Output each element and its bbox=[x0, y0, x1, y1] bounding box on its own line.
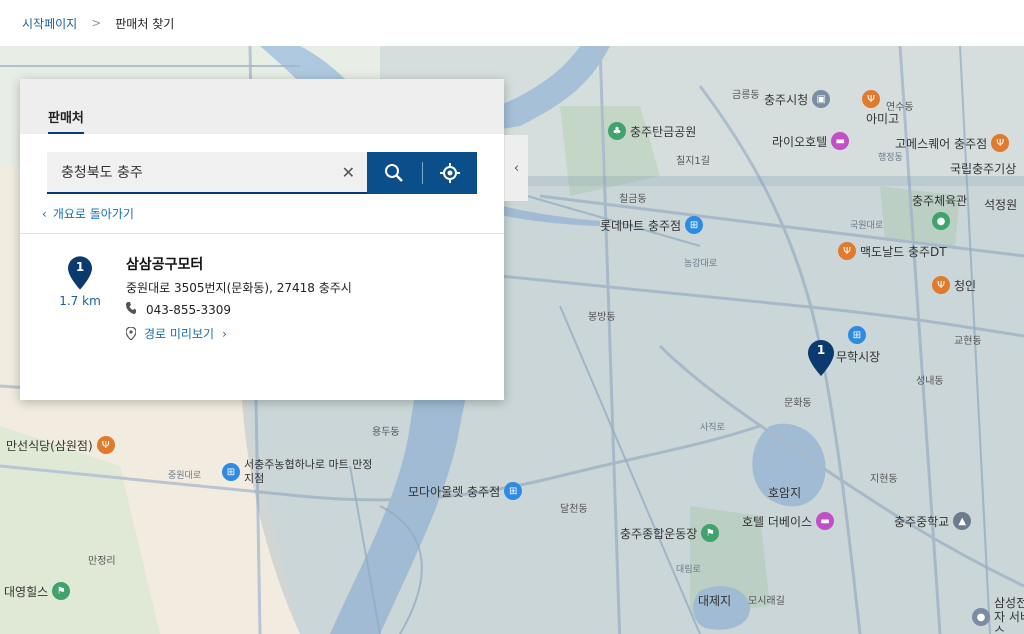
poi-gomes[interactable]: 고메스퀘어 충주점 Ψ bbox=[895, 134, 1010, 152]
map-label-bongbang: 봉방동 bbox=[588, 312, 616, 323]
route-preview-link[interactable]: 경로 미리보기 › bbox=[126, 325, 227, 342]
poi-stadium2[interactable]: 충주체육관 bbox=[912, 192, 967, 209]
map-label-manjeong: 만정리 bbox=[88, 556, 116, 567]
hotel-icon: ▬ bbox=[831, 132, 850, 150]
map-label-moshi: 모시래길 bbox=[748, 596, 785, 607]
chevron-left-icon: ‹ bbox=[513, 160, 520, 176]
location-icon: ● bbox=[932, 212, 950, 230]
map-label-gyohyeon: 교현동 bbox=[954, 336, 982, 347]
store-phone: 043-855-3309 bbox=[126, 302, 231, 317]
poi-stadium[interactable]: 충주종합운동장 ⚑ bbox=[620, 524, 720, 542]
poi-school[interactable]: 충주중학교 ▲ bbox=[894, 512, 972, 530]
poi-amigo-label: 아미고 bbox=[866, 112, 900, 126]
map-road-daerim: 대림로 bbox=[676, 565, 701, 575]
poi-daeyoung[interactable]: 대영힐스 ⚑ bbox=[4, 582, 71, 600]
phone-icon bbox=[126, 302, 136, 317]
back-to-overview-link[interactable]: ‹ 개요로 돌아가기 bbox=[42, 205, 134, 222]
chevron-left-icon: ‹ bbox=[42, 206, 47, 221]
panel-tabs: 판매처 bbox=[20, 79, 504, 134]
result-pin: 1 1.7 km bbox=[56, 256, 104, 308]
poi-lahotel[interactable]: 라이오호텔 ▬ bbox=[772, 132, 850, 150]
map-road-sajik: 사직로 bbox=[700, 423, 725, 433]
search-box: ✕ bbox=[47, 152, 367, 194]
search-icon bbox=[385, 164, 404, 182]
map-label-dalcheon: 달천동 bbox=[560, 504, 588, 515]
map-label-jihyeondong: 지현동 bbox=[870, 474, 898, 485]
hotel-icon: ▬ bbox=[816, 512, 835, 530]
search-buttons bbox=[367, 152, 477, 194]
shopping-icon: ⊞ bbox=[848, 326, 866, 344]
location-icon: ● bbox=[972, 608, 990, 626]
poi-mart[interactable]: ⊞ 서충주농협하나로 마트 만정지점 bbox=[222, 458, 374, 486]
poi-mcd[interactable]: Ψ 맥도날드 충주DT bbox=[838, 242, 947, 260]
map-label-yongdudong: 용두동 bbox=[372, 427, 400, 438]
map-road-jungwondaero: 중원대로 bbox=[168, 471, 202, 481]
breadcrumb: 시작페이지 > 판매처 찾기 bbox=[0, 0, 1024, 46]
map-label-munhwadong: 문화동 bbox=[784, 398, 812, 409]
poi-seokjeong-label: 석정원 bbox=[984, 198, 1018, 212]
clear-icon[interactable]: ✕ bbox=[342, 163, 355, 182]
building-icon: ▣ bbox=[812, 90, 831, 108]
shopping-icon: ⊞ bbox=[504, 482, 523, 500]
breadcrumb-home-link[interactable]: 시작페이지 bbox=[22, 15, 77, 32]
poi-mine-label: 국립충주기상 bbox=[950, 162, 1017, 176]
poi-market[interactable]: 무학시장 bbox=[836, 348, 880, 365]
store-result-item[interactable]: 1 1.7 km 삼삼공구모터 중원대로 3505번지(문화동), 27418 … bbox=[20, 234, 504, 344]
store-address: 중원대로 3505번지(문화동), 27418 충주시 bbox=[126, 281, 352, 295]
store-name: 삼삼공구모터 bbox=[126, 257, 204, 273]
locate-me-button[interactable] bbox=[423, 152, 478, 194]
breadcrumb-separator: > bbox=[91, 16, 102, 30]
poi-hotel[interactable]: 호텔 더베이스 ▬ bbox=[742, 512, 835, 530]
map-label-chilgeum: 칠금동 bbox=[619, 194, 647, 205]
restaurant-icon: Ψ bbox=[862, 90, 880, 108]
search-row: ✕ bbox=[47, 152, 477, 194]
poi-lotte[interactable]: 롯데마트 충주점 ⊞ bbox=[600, 216, 704, 234]
map-label-daejeji: 대제지 bbox=[698, 594, 732, 608]
map-label-pond: 호암지 bbox=[768, 486, 802, 500]
store-finder-panel: 판매처 ✕ bbox=[20, 79, 504, 400]
poi-green-marker[interactable]: ● bbox=[932, 212, 950, 230]
restaurant-icon: Ψ bbox=[991, 134, 1010, 152]
poi-tangeum-park[interactable]: ♣ 충주탄금공원 bbox=[608, 122, 696, 140]
result-distance: 1.7 km bbox=[59, 294, 101, 308]
map-road-gukwon: 국원대로 bbox=[850, 221, 884, 231]
panel-collapse-button[interactable]: ‹ bbox=[504, 135, 528, 201]
sports-icon: ⚑ bbox=[701, 524, 720, 542]
store-phone-number[interactable]: 043-855-3309 bbox=[146, 303, 231, 317]
restaurant-icon: Ψ bbox=[96, 436, 115, 454]
poi-amigo[interactable]: Ψ bbox=[862, 90, 880, 108]
tab-stores[interactable]: 판매처 bbox=[48, 107, 84, 134]
park-icon: ♣ bbox=[608, 122, 626, 140]
golf-icon: ⚑ bbox=[52, 582, 71, 600]
breadcrumb-current: 판매처 찾기 bbox=[115, 16, 175, 31]
poi-cheongin[interactable]: Ψ 청인 bbox=[932, 276, 976, 294]
school-icon: ▲ bbox=[953, 512, 972, 530]
poi-restaurant[interactable]: 만선식당(삼원점) Ψ bbox=[6, 436, 115, 454]
shopping-icon: ⊞ bbox=[685, 216, 704, 234]
map-label-chilji: 칠지1길 bbox=[676, 156, 710, 167]
search-input[interactable] bbox=[61, 164, 321, 180]
restaurant-icon: Ψ bbox=[838, 242, 856, 260]
poi-outlet[interactable]: 모다아울렛 충주점 ⊞ bbox=[408, 482, 523, 500]
map-road-nonggang: 농강대로 bbox=[684, 259, 718, 269]
map-marker-number: 1 bbox=[816, 343, 826, 357]
crosshair-icon bbox=[439, 163, 460, 183]
result-pin-number: 1 bbox=[75, 260, 85, 274]
map-label-geumneung: 금릉동 bbox=[732, 90, 760, 101]
location-pin-icon bbox=[126, 327, 136, 340]
poi-cityhall[interactable]: 충주시청 ▣ bbox=[764, 90, 831, 108]
map-store-marker[interactable]: 1 bbox=[808, 340, 834, 380]
map-label-seongnae: 성내동 bbox=[916, 376, 944, 387]
shopping-icon: ⊞ bbox=[222, 463, 240, 481]
poi-shop-icon[interactable]: ⊞ bbox=[848, 326, 866, 344]
restaurant-icon: Ψ bbox=[932, 276, 950, 294]
poi-samsung[interactable]: ● 삼성전자 서비스 bbox=[972, 596, 1024, 634]
search-button[interactable] bbox=[367, 152, 422, 194]
chevron-right-icon: › bbox=[222, 326, 227, 341]
